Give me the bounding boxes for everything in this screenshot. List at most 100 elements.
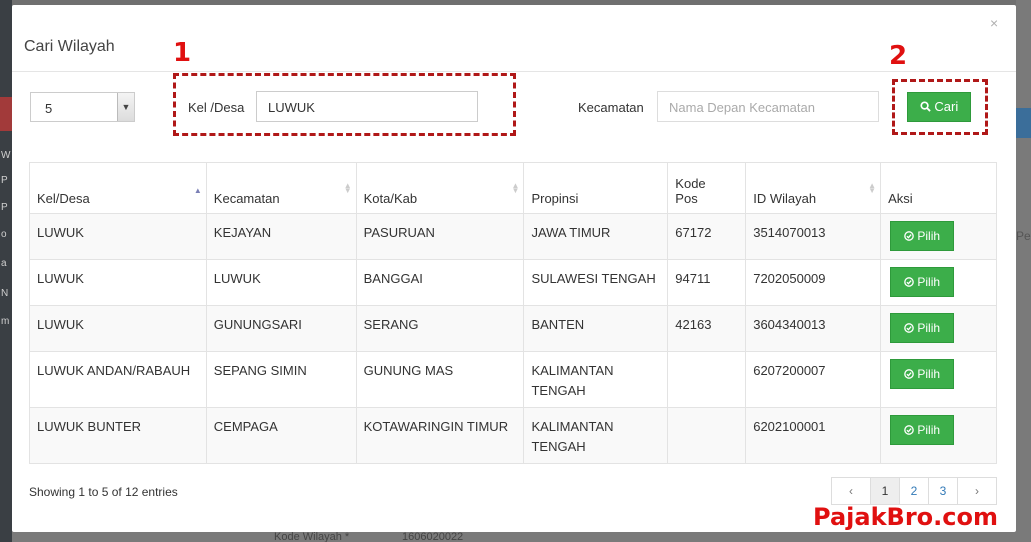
background-right-header — [1016, 108, 1031, 138]
background-sidebar: W P P o a N m — [0, 0, 12, 542]
cell-kota-kab: BANGGAI — [355, 259, 525, 306]
cell-kecamatan: GUNUNGSARI — [205, 305, 357, 352]
background-sidebar-letter: W — [1, 150, 11, 161]
region-table: Kel/Desa ▲ Kecamatan ▲ ▼ Kota/Kab ▲ ▼ Propins… — [29, 162, 997, 464]
check-circle-icon — [904, 277, 914, 287]
search-region-modal: Cari Wilayah × 5 ▼ Kel /Desa LUWUK Kecam… — [12, 5, 1016, 532]
select-button-label: Pilih — [917, 367, 941, 381]
sort-icon: ▲ ▼ — [868, 181, 877, 195]
cell-id-wilayah: 3514070013 — [745, 213, 882, 260]
cell-kode-pos: 67172 — [667, 213, 747, 260]
select-button-label: Pilih — [917, 229, 941, 243]
select-button-label: Pilih — [917, 275, 941, 289]
table-row: LUWUK ANDAN/RABAUH SEPANG SIMIN GUNUNG M… — [29, 351, 997, 408]
sort-icon: ▲ ▼ — [343, 181, 352, 195]
background-kode-wilayah-value: 1606020022 — [402, 531, 464, 542]
watermark: PajakBro.com — [813, 503, 998, 531]
column-header-aksi: Aksi — [880, 162, 997, 214]
cell-kode-pos: 94711 — [667, 259, 747, 306]
chevron-down-icon[interactable]: ▼ — [117, 93, 134, 121]
table-info: Showing 1 to 5 of 12 entries — [29, 485, 178, 499]
table-row: LUWUK KEJAYAN PASURUAN JAWA TIMUR 67172 … — [29, 213, 997, 260]
pagination: ‹ 1 2 3 › — [831, 477, 997, 505]
check-circle-icon — [904, 425, 914, 435]
select-button[interactable]: Pilih — [890, 359, 955, 389]
kecamatan-input[interactable]: Nama Depan Kecamatan — [657, 91, 879, 122]
column-header-kota-kab[interactable]: Kota/Kab ▲ ▼ — [355, 162, 525, 214]
cell-kel-desa: LUWUK BUNTER — [29, 407, 207, 464]
select-button[interactable]: Pilih — [890, 415, 955, 445]
table-row: LUWUK LUWUK BANGGAI SULAWESI TENGAH 9471… — [29, 259, 997, 306]
sort-asc-icon: ▲ — [193, 186, 202, 195]
pagination-next[interactable]: › — [957, 477, 997, 505]
column-header-kel-desa[interactable]: Kel/Desa ▲ — [29, 162, 207, 214]
cell-kode-pos — [667, 407, 747, 464]
cell-id-wilayah: 6202100001 — [745, 407, 882, 464]
cell-propinsi: BANTEN — [523, 305, 669, 352]
select-button[interactable]: Pilih — [890, 267, 955, 297]
cell-kel-desa: LUWUK — [29, 213, 207, 260]
annotation-box-2 — [892, 79, 988, 135]
cell-id-wilayah: 3604340013 — [745, 305, 882, 352]
table-row: LUWUK GUNUNGSARI SERANG BANTEN 42163 360… — [29, 305, 997, 352]
select-button[interactable]: Pilih — [890, 313, 955, 343]
background-right-text: Pe — [1016, 229, 1031, 243]
modal-title: Cari Wilayah — [24, 38, 115, 55]
check-circle-icon — [904, 323, 914, 333]
background-sidebar-letter: m — [1, 316, 10, 327]
cell-propinsi: JAWA TIMUR — [523, 213, 669, 260]
modal-header: Cari Wilayah × — [12, 5, 1016, 72]
cell-kota-kab: SERANG — [355, 305, 525, 352]
pagination-page[interactable]: 2 — [899, 477, 929, 505]
background-kode-wilayah-label: Kode Wilayah * — [274, 531, 350, 542]
cell-aksi: Pilih — [880, 305, 997, 352]
cell-kecamatan: LUWUK — [205, 259, 357, 306]
cell-propinsi: KALIMANTAN TENGAH — [523, 351, 669, 408]
cell-id-wilayah: 7202050009 — [745, 259, 882, 306]
page-length-select[interactable]: 5 ▼ — [30, 92, 135, 122]
background-sidebar-letter: o — [1, 229, 7, 240]
page-length-value: 5 — [45, 101, 53, 116]
background-sidebar-letter: P — [1, 202, 8, 213]
close-icon[interactable]: × — [990, 15, 998, 31]
column-header-propinsi[interactable]: Propinsi — [523, 162, 669, 214]
cell-kecamatan: KEJAYAN — [205, 213, 357, 260]
background-bottom: Kode Wilayah * 1606020022 — [12, 532, 1016, 542]
background-sidebar-active — [0, 97, 12, 131]
cell-kecamatan: CEMPAGA — [205, 407, 357, 464]
column-header-kode-pos[interactable]: Kode Pos — [667, 162, 747, 214]
kecamatan-label: Kecamatan — [578, 100, 644, 115]
select-button[interactable]: Pilih — [890, 221, 955, 251]
table-row: LUWUK BUNTER CEMPAGA KOTAWARINGIN TIMUR … — [29, 407, 997, 464]
cell-kota-kab: KOTAWARINGIN TIMUR — [355, 407, 525, 464]
cell-kode-pos — [667, 351, 747, 408]
annotation-number-2: 2 — [889, 41, 908, 71]
cell-aksi: Pilih — [880, 213, 997, 260]
cell-propinsi: SULAWESI TENGAH — [523, 259, 669, 306]
cell-kecamatan: SEPANG SIMIN — [205, 351, 357, 408]
background-sidebar-letter: N — [1, 288, 9, 299]
annotation-number-1: 1 — [173, 38, 192, 68]
cell-kota-kab: PASURUAN — [355, 213, 525, 260]
background-right-panel: Pe — [1016, 0, 1031, 542]
pagination-prev[interactable]: ‹ — [831, 477, 871, 505]
annotation-box-1 — [173, 73, 516, 136]
cell-aksi: Pilih — [880, 259, 997, 306]
background-sidebar-letter: P — [1, 175, 8, 186]
cell-aksi: Pilih — [880, 351, 997, 408]
pagination-page[interactable]: 3 — [928, 477, 958, 505]
cell-kota-kab: GUNUNG MAS — [355, 351, 525, 408]
cell-id-wilayah: 6207200007 — [745, 351, 882, 408]
cell-kel-desa: LUWUK ANDAN/RABAUH — [29, 351, 207, 408]
cell-kel-desa: LUWUK — [29, 259, 207, 306]
column-header-kecamatan[interactable]: Kecamatan ▲ ▼ — [205, 162, 357, 214]
check-circle-icon — [904, 231, 914, 241]
pagination-page[interactable]: 1 — [870, 477, 900, 505]
cell-kel-desa: LUWUK — [29, 305, 207, 352]
cell-aksi: Pilih — [880, 407, 997, 464]
column-header-id-wilayah[interactable]: ID Wilayah ▲ ▼ — [745, 162, 882, 214]
cell-kode-pos: 42163 — [667, 305, 747, 352]
check-circle-icon — [904, 369, 914, 379]
cell-propinsi: KALIMANTAN TENGAH — [523, 407, 669, 464]
select-button-label: Pilih — [917, 321, 941, 335]
